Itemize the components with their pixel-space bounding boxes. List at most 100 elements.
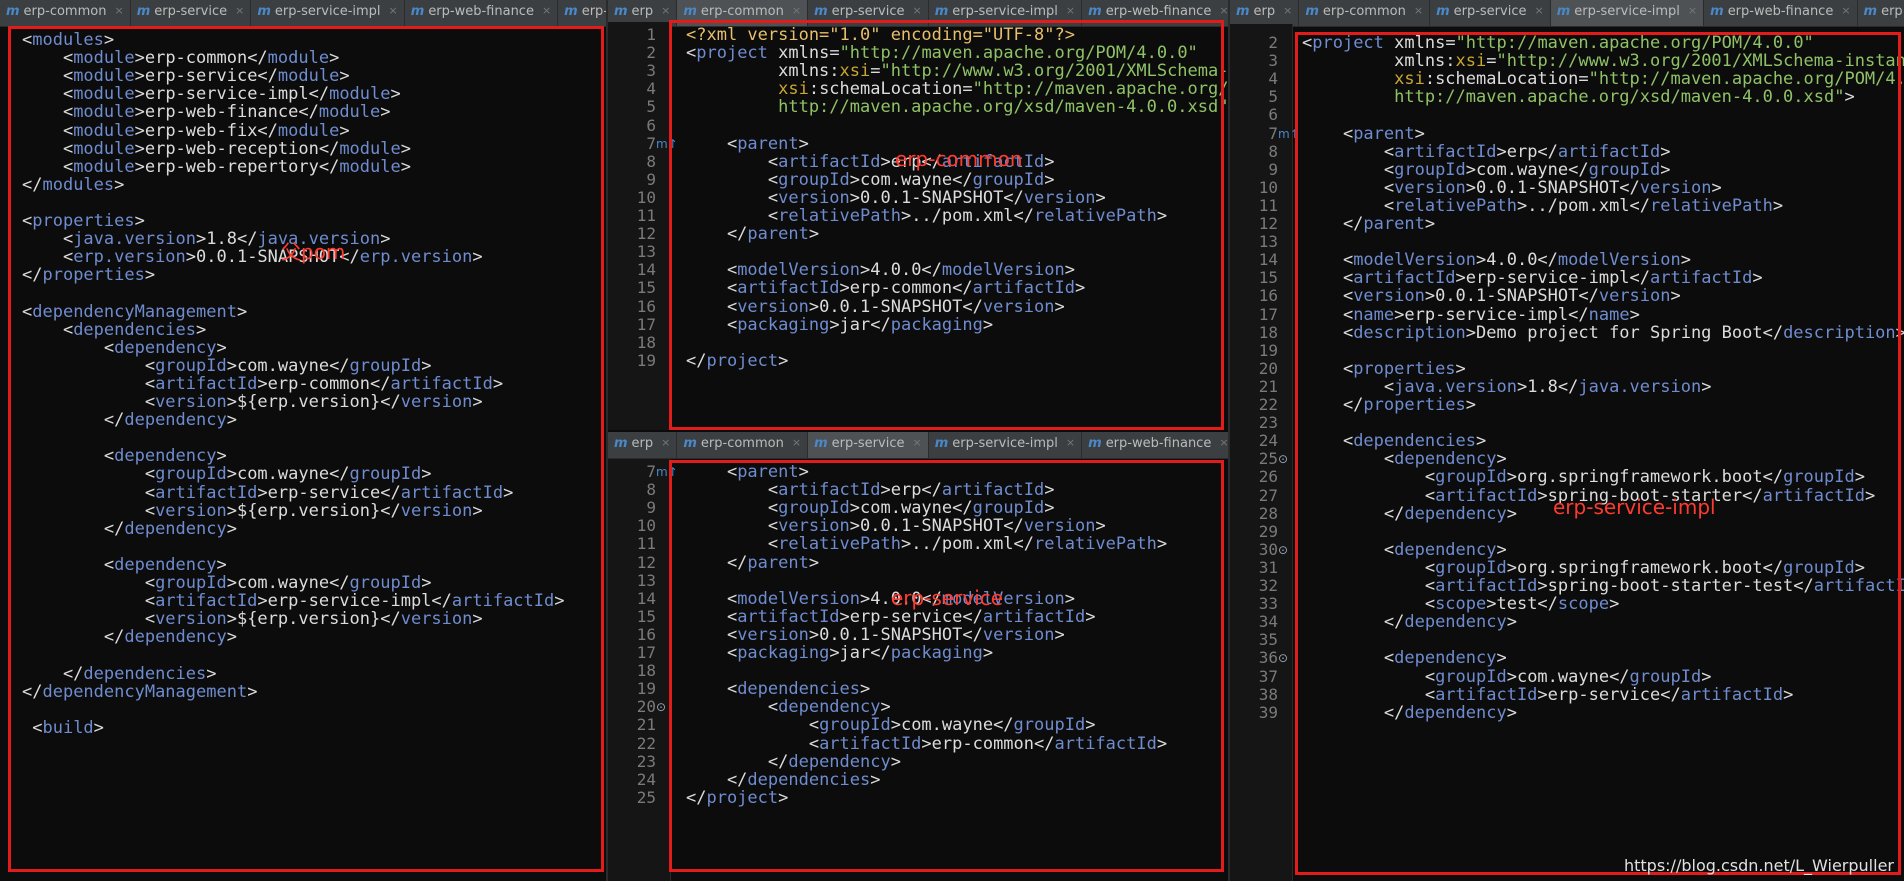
code-line[interactable]: 12 </parent> bbox=[608, 224, 1228, 243]
maven-parent-icon[interactable]: m↑ bbox=[1278, 125, 1300, 143]
code-line[interactable]: 25 ⊙ <dependency> bbox=[1230, 450, 1904, 469]
code-line[interactable]: 17 <packaging>jar</packaging> bbox=[608, 643, 1228, 662]
code-line[interactable]: 11 <relativePath>../pom.xml</relativePat… bbox=[1230, 196, 1904, 215]
code-line[interactable]: 5 http://maven.apache.org/xsd/maven-4.0.… bbox=[608, 98, 1228, 117]
code-line[interactable] bbox=[0, 701, 606, 719]
close-icon[interactable]: × bbox=[1688, 4, 1697, 17]
tab-erp[interactable]: merp× bbox=[1230, 0, 1300, 26]
code-line[interactable] bbox=[0, 538, 606, 556]
code-line[interactable]: <dependency> bbox=[0, 339, 606, 357]
close-icon[interactable]: × bbox=[542, 4, 551, 17]
code-line[interactable]: 26 <groupId>org.springframework.boot</gr… bbox=[1230, 468, 1904, 487]
code-line[interactable]: 8 <artifactId>erp</artifactId> bbox=[608, 480, 1228, 499]
code-line[interactable]: 33 <scope>test</scope> bbox=[1230, 594, 1904, 613]
close-icon[interactable]: × bbox=[1841, 4, 1850, 17]
code-line[interactable]: 4 xsi:schemaLocation="http://maven.apach… bbox=[608, 80, 1228, 99]
code-line[interactable]: 5 http://maven.apache.org/xsd/maven-4.0.… bbox=[1230, 88, 1904, 107]
pane-divider-right[interactable] bbox=[1228, 0, 1230, 881]
code-line[interactable]: 2 <project xmlns="http://maven.apache.org… bbox=[1230, 33, 1904, 52]
code-line[interactable]: <module>erp-web-reception</module> bbox=[0, 140, 606, 158]
code-line[interactable]: 24 </dependencies> bbox=[608, 770, 1228, 789]
close-icon[interactable]: × bbox=[1414, 4, 1423, 17]
code-line[interactable]: 9 <groupId>com.wayne</groupId> bbox=[1230, 160, 1904, 179]
code-line[interactable]: 21 <groupId>com.wayne</groupId> bbox=[608, 716, 1228, 735]
code-line[interactable]: 15 <artifactId>erp-service-impl</artifac… bbox=[1230, 269, 1904, 288]
code-line[interactable]: <module>erp-service</module> bbox=[0, 67, 606, 85]
dependency-gutter-icon[interactable]: ⊙ bbox=[1278, 649, 1288, 667]
code-line[interactable]: </modules> bbox=[0, 176, 606, 194]
middle-bottom-code-area[interactable]: 7 m↑ <parent> 8 <artifactId>erp</artifactI… bbox=[608, 459, 1228, 881]
close-icon[interactable]: × bbox=[1066, 436, 1075, 449]
tab-erp-common[interactable]: m erp-common × bbox=[0, 0, 131, 26]
code-line[interactable]: <groupId>com.wayne</groupId> bbox=[0, 574, 606, 592]
tab-erp[interactable]: merp× bbox=[1858, 0, 1904, 26]
code-line[interactable]: 32 <artifactId>spring-boot-starter-test<… bbox=[1230, 576, 1904, 595]
tab-erp-service-impl[interactable]: m erp-service-impl × bbox=[1550, 0, 1705, 26]
dependency-gutter-icon[interactable]: ⊙ bbox=[1278, 450, 1288, 468]
code-line[interactable]: 16 <version>0.0.1-SNAPSHOT</version> bbox=[608, 625, 1228, 644]
code-line[interactable]: </dependencies> bbox=[0, 664, 606, 683]
code-line[interactable]: <version>${erp.version}</version> bbox=[0, 502, 606, 520]
code-line[interactable]: <version>${erp.version}</version> bbox=[0, 610, 606, 628]
close-icon[interactable]: × bbox=[114, 4, 123, 17]
close-icon[interactable]: × bbox=[1219, 4, 1228, 17]
code-line[interactable]: <groupId>com.wayne</groupId> bbox=[0, 465, 606, 483]
code-line[interactable]: 7 m↑ <parent> bbox=[608, 462, 1228, 481]
code-line[interactable]: 23 </dependency> bbox=[608, 752, 1228, 771]
dependency-gutter-icon[interactable]: ⊙ bbox=[656, 698, 666, 716]
code-line[interactable]: <modules> bbox=[0, 31, 606, 49]
code-line[interactable]: 20 ⊙ <dependency> bbox=[608, 698, 1228, 717]
code-line[interactable]: 38 <artifactId>erp-service</artifactId> bbox=[1230, 685, 1904, 704]
code-line[interactable]: 25 </project> bbox=[608, 788, 1228, 807]
code-line[interactable]: 18 <description>Demo project for Spring … bbox=[1230, 323, 1904, 342]
tab-erp-web-finance[interactable]: m erp-web-finance × bbox=[1704, 0, 1858, 26]
code-line[interactable]: 20 <properties> bbox=[1230, 359, 1904, 378]
tab-erp[interactable]: merp× bbox=[608, 432, 678, 458]
code-line[interactable]: 3 xmlns:xsi="http://www.w3.org/2001/XMLS… bbox=[608, 62, 1228, 81]
code-line[interactable]: 9 <groupId>com.wayne</groupId> bbox=[608, 170, 1228, 189]
code-line[interactable]: <module>erp-common</module> bbox=[0, 49, 606, 67]
close-icon[interactable]: × bbox=[912, 4, 921, 17]
code-line[interactable]: 34 </dependency> bbox=[1230, 613, 1904, 632]
dependency-gutter-icon[interactable]: ⊙ bbox=[1278, 541, 1288, 559]
code-line[interactable]: 8 <artifactId>erp</artifactId> bbox=[1230, 142, 1904, 161]
code-line[interactable]: <module>erp-web-repertory</module> bbox=[0, 158, 606, 176]
pane-divider-left[interactable] bbox=[606, 0, 608, 881]
tab-erp-web-f[interactable]: merp-web-f× bbox=[558, 0, 606, 26]
code-line[interactable]: 39 </dependency> bbox=[1230, 703, 1904, 722]
tab-erp-common[interactable]: m erp-common × bbox=[677, 432, 809, 458]
code-line[interactable]: </dependency> bbox=[0, 411, 606, 429]
maven-parent-icon[interactable]: m↑ bbox=[656, 463, 678, 481]
code-line[interactable]: 15 <artifactId>erp-common</artifactId> bbox=[608, 279, 1228, 298]
close-icon[interactable]: × bbox=[661, 436, 670, 449]
code-line[interactable]: 14 <modelVersion>4.0.0</modelVersion> bbox=[1230, 251, 1904, 270]
code-line[interactable]: 23 bbox=[1230, 413, 1904, 432]
code-line[interactable]: 7 m↑ <parent> bbox=[1230, 124, 1904, 143]
code-line[interactable]: <artifactId>erp-common</artifactId> bbox=[0, 375, 606, 393]
code-line[interactable]: 13 bbox=[1230, 232, 1904, 251]
code-line[interactable]: 15 <artifactId>erp-service</artifactId> bbox=[608, 607, 1228, 626]
code-line[interactable]: 36 ⊙ <dependency> bbox=[1230, 649, 1904, 668]
code-line[interactable]: 21 <java.version>1.8</java.version> bbox=[1230, 377, 1904, 396]
code-line[interactable]: 10 <version>0.0.1-SNAPSHOT</version> bbox=[608, 188, 1228, 207]
tab-erp-service[interactable]: m erp-service × bbox=[808, 432, 929, 458]
code-line[interactable]: </dependencyManagement> bbox=[0, 683, 606, 701]
tab-erp-service[interactable]: m erp-service × bbox=[1430, 0, 1551, 26]
code-line[interactable]: <properties> bbox=[0, 212, 606, 230]
code-line[interactable]: <version>${erp.version}</version> bbox=[0, 393, 606, 411]
tab-erp-web-finance[interactable]: m erp-web-finance × bbox=[1082, 432, 1228, 458]
code-line[interactable]: 11 <relativePath>../pom.xml</relativePat… bbox=[608, 206, 1228, 225]
code-line[interactable]: 6 bbox=[1230, 106, 1904, 124]
code-line[interactable]: <dependencies> bbox=[0, 321, 606, 339]
left-code-area[interactable]: <modules> <module>erp-common</module> <m… bbox=[0, 27, 606, 881]
code-line[interactable]: 24 <dependencies> bbox=[1230, 432, 1904, 451]
code-line[interactable]: <dependency> bbox=[0, 556, 606, 574]
code-line[interactable]: 2 <project xmlns="http://maven.apache.org… bbox=[608, 43, 1228, 62]
close-icon[interactable]: × bbox=[912, 436, 921, 449]
code-line[interactable]: 4 xsi:schemaLocation="http://maven.apach… bbox=[1230, 70, 1904, 89]
tab-erp-web-finance[interactable]: m erp-web-finance × bbox=[405, 0, 559, 26]
code-line[interactable]: <module>erp-web-finance</module> bbox=[0, 103, 606, 121]
code-line[interactable]: 18 bbox=[608, 333, 1228, 352]
close-icon[interactable]: × bbox=[235, 4, 244, 17]
code-line[interactable]: 17 <packaging>jar</packaging> bbox=[608, 315, 1228, 334]
